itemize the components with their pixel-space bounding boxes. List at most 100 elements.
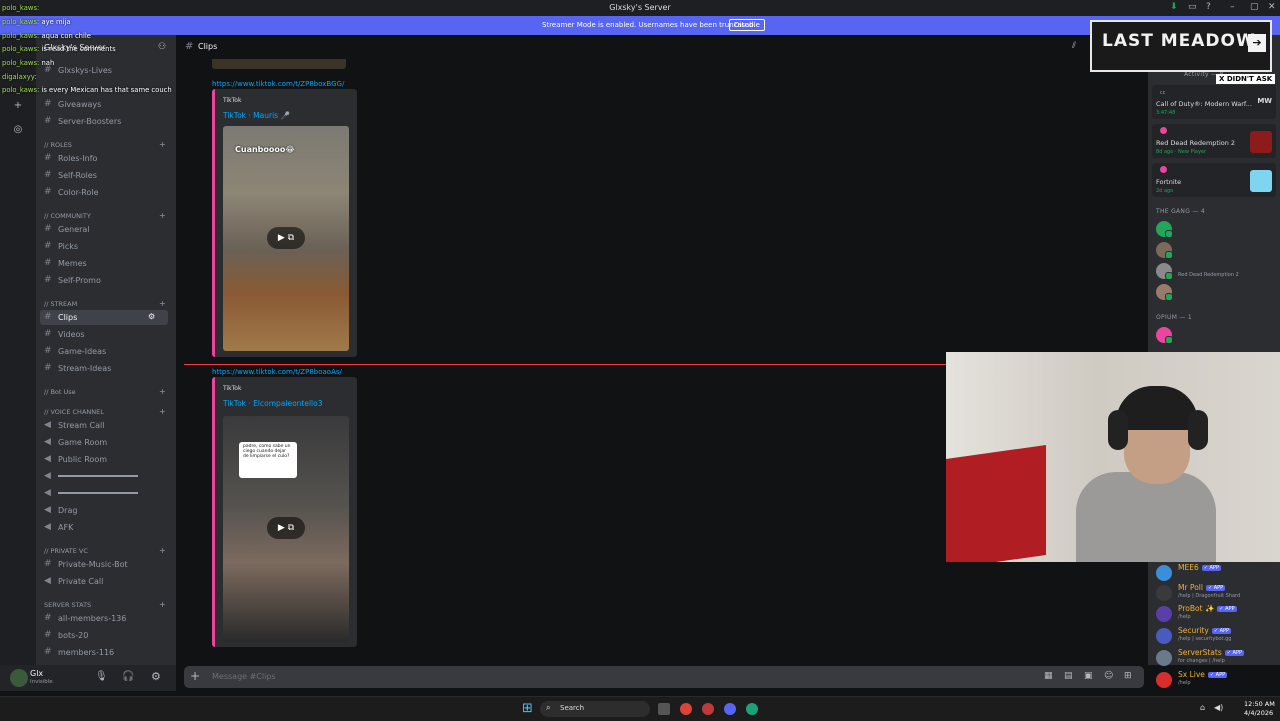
- start-icon[interactable]: ⊞: [522, 701, 533, 716]
- channel-clips[interactable]: # Clips ⚙: [40, 310, 168, 325]
- message-link[interactable]: https://www.tiktok.com/t/ZP8boaoAs/: [212, 368, 342, 376]
- add-channel-icon[interactable]: +: [159, 211, 166, 220]
- add-channel-icon[interactable]: +: [159, 387, 166, 396]
- app-icon[interactable]: [702, 703, 714, 715]
- hash-icon: #: [44, 312, 52, 322]
- gear-icon[interactable]: ⚙: [151, 670, 161, 683]
- category-voice[interactable]: // VOICE CHANNEL +: [44, 407, 166, 416]
- category-server-stats[interactable]: SERVER STATS +: [44, 600, 166, 609]
- channel-videos[interactable]: # Videos: [40, 327, 168, 342]
- category-community[interactable]: // COMMUNITY +: [44, 211, 166, 220]
- add-channel-icon[interactable]: +: [159, 546, 166, 555]
- voice-public-room[interactable]: ◀ Public Room: [40, 452, 168, 467]
- member-avatar[interactable]: [1156, 221, 1173, 238]
- channel-general[interactable]: # General: [40, 222, 168, 237]
- network-icon[interactable]: ⌂: [1200, 703, 1205, 712]
- add-channel-icon[interactable]: +: [159, 299, 166, 308]
- person-shirt: [1076, 472, 1216, 562]
- member-avatar[interactable]: [1156, 242, 1173, 259]
- attach-icon[interactable]: +: [190, 669, 200, 683]
- add-channel-icon[interactable]: +: [159, 407, 166, 416]
- channel-memes[interactable]: # Memes: [40, 256, 168, 271]
- channel-giveaways[interactable]: # Giveaways: [40, 97, 168, 112]
- chat-line: polo_kaws: aqua con chile: [2, 32, 91, 40]
- channel-stream-ideas[interactable]: # Stream-Ideas: [40, 361, 168, 376]
- category-bot-use[interactable]: // Bot Use +: [44, 387, 166, 396]
- channel-color-role[interactable]: # Color-Role: [40, 185, 168, 200]
- microphone-icon[interactable]: 🎙: [95, 671, 108, 682]
- inbox-icon[interactable]: ▭: [1188, 2, 1197, 12]
- activity-card-rdr2[interactable]: Red Dead Redemption 2 8d ago · New Playe…: [1152, 124, 1276, 158]
- close-icon[interactable]: ✕: [1268, 2, 1276, 12]
- clock-time[interactable]: 12:50 AM: [1244, 700, 1275, 708]
- play-icon[interactable]: ▶ ⧉: [267, 227, 305, 249]
- member-avatar[interactable]: [1156, 263, 1173, 280]
- member-avatar[interactable]: [1156, 327, 1173, 344]
- gift-icon[interactable]: ▦: [1044, 671, 1053, 681]
- channel-members[interactable]: # members-116: [40, 645, 168, 660]
- discord-icon[interactable]: [724, 703, 736, 715]
- chrome-icon[interactable]: [680, 703, 692, 715]
- user-panel: Glx Invisible 🎙 🎧 ⚙: [0, 665, 176, 691]
- minimize-icon[interactable]: –: [1230, 2, 1235, 12]
- sticker-icon[interactable]: ▣: [1084, 671, 1093, 681]
- channel-bots[interactable]: # bots-20: [40, 628, 168, 643]
- edge-icon[interactable]: [746, 703, 758, 715]
- category-roles[interactable]: // ROLES +: [44, 140, 166, 149]
- video-thumbnail[interactable]: padre, como sabe un ciego cuando dejar d…: [223, 416, 349, 642]
- help-icon[interactable]: ?: [1206, 2, 1211, 12]
- channel-picks[interactable]: # Picks: [40, 239, 168, 254]
- taskbar-search[interactable]: ⌕ Search: [540, 701, 650, 717]
- add-channel-icon[interactable]: +: [159, 600, 166, 609]
- channel-roles-info[interactable]: # Roles-Info: [40, 151, 168, 166]
- channel-self-roles[interactable]: # Self-Roles: [40, 168, 168, 183]
- clock-date[interactable]: 4/4/2026: [1244, 709, 1273, 717]
- channel-game-ideas[interactable]: # Game-Ideas: [40, 344, 168, 359]
- disable-button[interactable]: Disable: [729, 19, 765, 31]
- avatar: [1156, 585, 1172, 601]
- gif-icon[interactable]: ▤: [1064, 671, 1073, 681]
- embed-author[interactable]: TikTok · Elcompaleontello3: [223, 399, 323, 408]
- voice-private-call[interactable]: ◀ Private Call: [40, 574, 168, 589]
- hash-icon: #: [44, 275, 52, 285]
- message-link[interactable]: https://www.tiktok.com/t/ZP8boxBGG/: [212, 80, 344, 88]
- update-icon[interactable]: ⬇: [1170, 2, 1178, 12]
- voice-hidden-1[interactable]: ◀: [40, 469, 168, 484]
- headphone-left: [1108, 410, 1128, 450]
- fortnite-art: [1250, 170, 1272, 192]
- channel-private-music-bot[interactable]: # Private-Music-Bot: [40, 557, 168, 572]
- member-avatar[interactable]: [1156, 284, 1173, 301]
- embed-author[interactable]: TikTok · Mauris 🎤: [223, 111, 290, 120]
- voice-game-room[interactable]: ◀ Game Room: [40, 435, 168, 450]
- threads-icon[interactable]: ⫽: [1072, 41, 1076, 51]
- volume-icon[interactable]: ◀): [1214, 703, 1223, 712]
- voice-drag[interactable]: ◀ Drag: [40, 503, 168, 518]
- channel-server-boosters[interactable]: # Server-Boosters: [40, 114, 168, 129]
- speaker-icon: ◀: [44, 488, 51, 498]
- add-server-icon[interactable]: +: [9, 97, 27, 115]
- voice-stream-call[interactable]: ◀ Stream Call: [40, 418, 168, 433]
- invite-icon[interactable]: ⚇: [158, 42, 166, 52]
- apps-icon[interactable]: ⊞: [1124, 671, 1132, 681]
- add-channel-icon[interactable]: +: [159, 140, 166, 149]
- play-icon[interactable]: ▶ ⧉: [267, 517, 305, 539]
- voice-afk[interactable]: ◀ AFK: [40, 520, 168, 535]
- activity-card-cod[interactable]: cc Call of Duty®: Modern Warf... 3:47:48…: [1152, 85, 1276, 119]
- discover-icon[interactable]: ◎: [9, 121, 27, 139]
- category-private-vc[interactable]: // PRIVATE VC +: [44, 546, 166, 555]
- task-view-icon[interactable]: [658, 703, 670, 715]
- maximize-icon[interactable]: ▢: [1250, 2, 1259, 12]
- message-input[interactable]: Message #Clips: [212, 672, 276, 681]
- channel-self-promo[interactable]: # Self-Promo: [40, 273, 168, 288]
- message-composer[interactable]: + Message #Clips ▦ ▤ ▣ ☺ ⊞: [184, 666, 1144, 688]
- avatar[interactable]: [10, 669, 28, 687]
- category-stream[interactable]: // STREAM +: [44, 299, 166, 308]
- emoji-icon[interactable]: ☺: [1104, 671, 1113, 681]
- video-thumbnail[interactable]: Cuanboooo😂 ▶ ⧉: [223, 126, 349, 351]
- voice-hidden-2[interactable]: ◀: [40, 486, 168, 501]
- activity-card-fortnite[interactable]: Fortnite 2d ago: [1152, 163, 1276, 197]
- channel-all-members[interactable]: # all-members-136: [40, 611, 168, 626]
- channel-glxskys-lives[interactable]: # Glxskys-Lives: [40, 63, 168, 78]
- headphones-icon[interactable]: 🎧: [122, 671, 134, 682]
- settings-icon[interactable]: ⚙: [148, 312, 155, 321]
